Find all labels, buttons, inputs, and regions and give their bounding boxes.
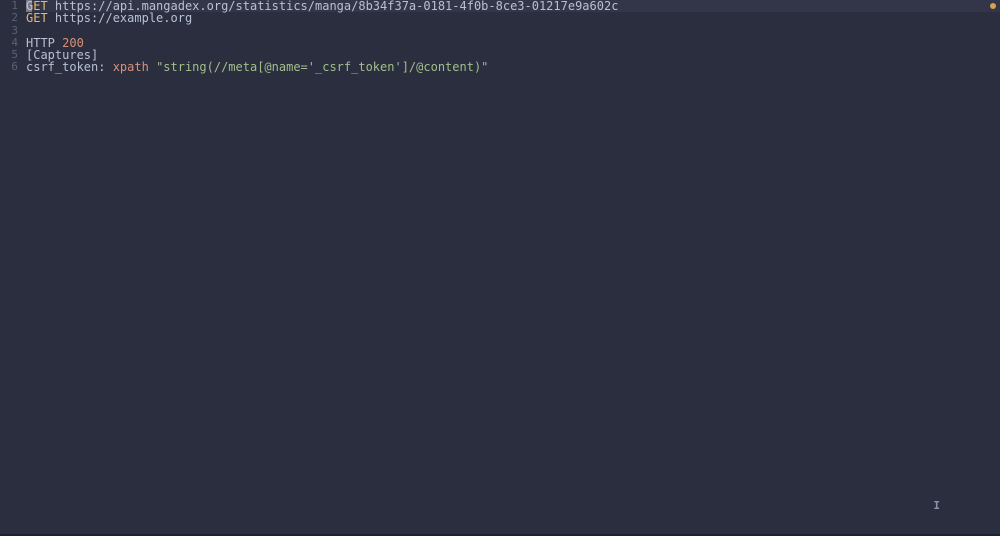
token-colon: : xyxy=(98,60,112,74)
modified-indicator-icon xyxy=(990,3,996,9)
text-cursor-block xyxy=(26,0,32,12)
code-line[interactable]: HTTP 200 xyxy=(26,37,1000,49)
line-number: 6 xyxy=(0,61,18,73)
code-line[interactable]: GET https://example.org xyxy=(26,12,1000,24)
token-colon xyxy=(149,60,156,74)
token-key: csrf_token xyxy=(26,60,98,74)
code-editor[interactable]: 123456 GET https://api.mangadex.org/stat… xyxy=(0,0,1000,536)
line-number-gutter: 123456 xyxy=(0,0,26,536)
token-function: xpath xyxy=(113,60,149,74)
code-content[interactable]: GET https://api.mangadex.org/statistics/… xyxy=(26,0,1000,536)
code-line[interactable] xyxy=(26,25,1000,37)
mouse-text-cursor-icon: I xyxy=(933,499,940,512)
line-number: 2 xyxy=(0,12,18,24)
token-method: GET xyxy=(26,11,48,25)
token-string: "string(//meta[@name='_csrf_token']/@con… xyxy=(156,60,488,74)
token-url: https://example.org xyxy=(48,11,193,25)
code-line[interactable]: csrf_token: xpath "string(//meta[@name='… xyxy=(26,61,1000,73)
